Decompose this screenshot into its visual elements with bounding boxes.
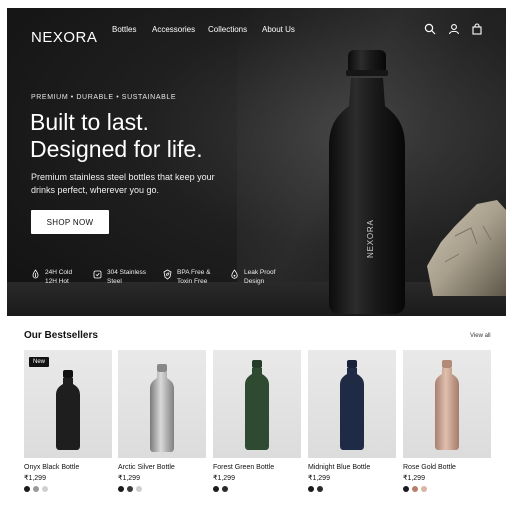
hero-eyebrow: PREMIUM • DURABLE • SUSTAINABLE	[31, 94, 177, 101]
nav-link-about-us[interactable]: About Us	[262, 25, 295, 34]
product-bottle-image	[150, 364, 174, 452]
rock-prop	[427, 200, 506, 296]
feature-leak-proof: Leak Proof Design	[230, 268, 275, 286]
color-swatches	[403, 486, 491, 492]
shield-leaf-icon	[163, 269, 172, 280]
product-name[interactable]: Forest Green Bottle	[213, 464, 301, 471]
shop-now-button[interactable]: SHOP NOW	[31, 210, 109, 234]
section-title: Our Bestsellers	[24, 330, 98, 341]
feature-temperature: 24H Cold 12H Hot	[31, 268, 72, 286]
product-name[interactable]: Arctic Silver Bottle	[118, 464, 206, 471]
product-price: ₹1,299	[24, 475, 46, 482]
product-price: ₹1,299	[118, 475, 140, 482]
feature-line: Toxin Free	[177, 278, 208, 285]
cart-icon[interactable]	[471, 23, 483, 35]
color-swatch[interactable]	[127, 486, 133, 492]
product-image[interactable]	[308, 350, 396, 458]
product-image[interactable]: New	[24, 350, 112, 458]
product-price: ₹1,299	[308, 475, 330, 482]
product-card[interactable]: Midnight Blue Bottle ₹1,299	[308, 350, 396, 492]
feature-line: 12H Hot	[45, 278, 69, 285]
color-swatch[interactable]	[136, 486, 142, 492]
product-image[interactable]	[118, 350, 206, 458]
feature-bpa-free: BPA Free & Toxin Free	[163, 268, 210, 286]
product-name[interactable]: Rose Gold Bottle	[403, 464, 491, 471]
product-price: ₹1,299	[403, 475, 425, 482]
color-swatch[interactable]	[412, 486, 418, 492]
feature-line: 304 Stainless	[107, 269, 147, 276]
new-badge: New	[29, 357, 50, 367]
product-bottle-image	[245, 360, 269, 450]
feature-line: Design	[244, 278, 265, 285]
hero-banner: NEXORA Bottles Accessories Collections A…	[7, 8, 506, 316]
product-bottle-image	[340, 360, 364, 450]
nav-link-accessories[interactable]: Accessories	[152, 25, 195, 34]
color-swatch[interactable]	[308, 486, 314, 492]
feature-line: 24H Cold	[45, 269, 73, 276]
hero-bottle-image: NEXORA	[329, 50, 405, 314]
brand-logo[interactable]: NEXORA	[31, 29, 97, 46]
hero-headline-line1: Built to last.	[30, 109, 149, 135]
nav-link-bottles[interactable]: Bottles	[112, 25, 136, 34]
feature-line: Leak Proof	[244, 269, 276, 276]
hero-subcopy: Premium stainless steel bottles that kee…	[31, 172, 215, 195]
nav-link-collections[interactable]: Collections	[208, 25, 247, 34]
color-swatches	[308, 486, 396, 492]
thermometer-icon	[32, 269, 39, 279]
hero-bottle-brand: NEXORA	[366, 219, 375, 258]
color-swatch[interactable]	[317, 486, 323, 492]
product-card[interactable]: New Onyx Black Bottle ₹1,299	[24, 350, 112, 492]
color-swatch[interactable]	[24, 486, 30, 492]
search-icon[interactable]	[424, 23, 436, 35]
droplet-lock-icon	[231, 269, 238, 279]
product-bottle-image	[56, 370, 80, 450]
color-swatch[interactable]	[403, 486, 409, 492]
hero-headline-line2: Designed for life.	[30, 136, 203, 162]
product-image[interactable]	[403, 350, 491, 458]
color-swatches	[118, 486, 206, 492]
color-swatch[interactable]	[421, 486, 427, 492]
product-name[interactable]: Onyx Black Bottle	[24, 464, 112, 471]
product-card[interactable]: Forest Green Bottle ₹1,299	[213, 350, 301, 492]
color-swatch[interactable]	[42, 486, 48, 492]
product-card[interactable]: Arctic Silver Bottle ₹1,299	[118, 350, 206, 492]
hero-headline: Built to last. Designed for life.	[30, 109, 260, 163]
feature-line: Steel	[107, 278, 122, 285]
steel-badge-icon	[93, 270, 102, 279]
product-image[interactable]	[213, 350, 301, 458]
product-price: ₹1,299	[213, 475, 235, 482]
product-card[interactable]: Rose Gold Bottle ₹1,299	[403, 350, 491, 492]
view-all-link[interactable]: View all	[470, 333, 491, 339]
product-name[interactable]: Midnight Blue Bottle	[308, 464, 396, 471]
feature-line: BPA Free &	[177, 269, 211, 276]
color-swatches	[24, 486, 112, 492]
feature-steel: 304 Stainless Steel	[93, 268, 146, 286]
color-swatch[interactable]	[222, 486, 228, 492]
color-swatch[interactable]	[118, 486, 124, 492]
user-icon[interactable]	[448, 23, 460, 35]
color-swatch[interactable]	[33, 486, 39, 492]
color-swatch[interactable]	[213, 486, 219, 492]
product-bottle-image	[435, 360, 459, 450]
color-swatches	[213, 486, 301, 492]
